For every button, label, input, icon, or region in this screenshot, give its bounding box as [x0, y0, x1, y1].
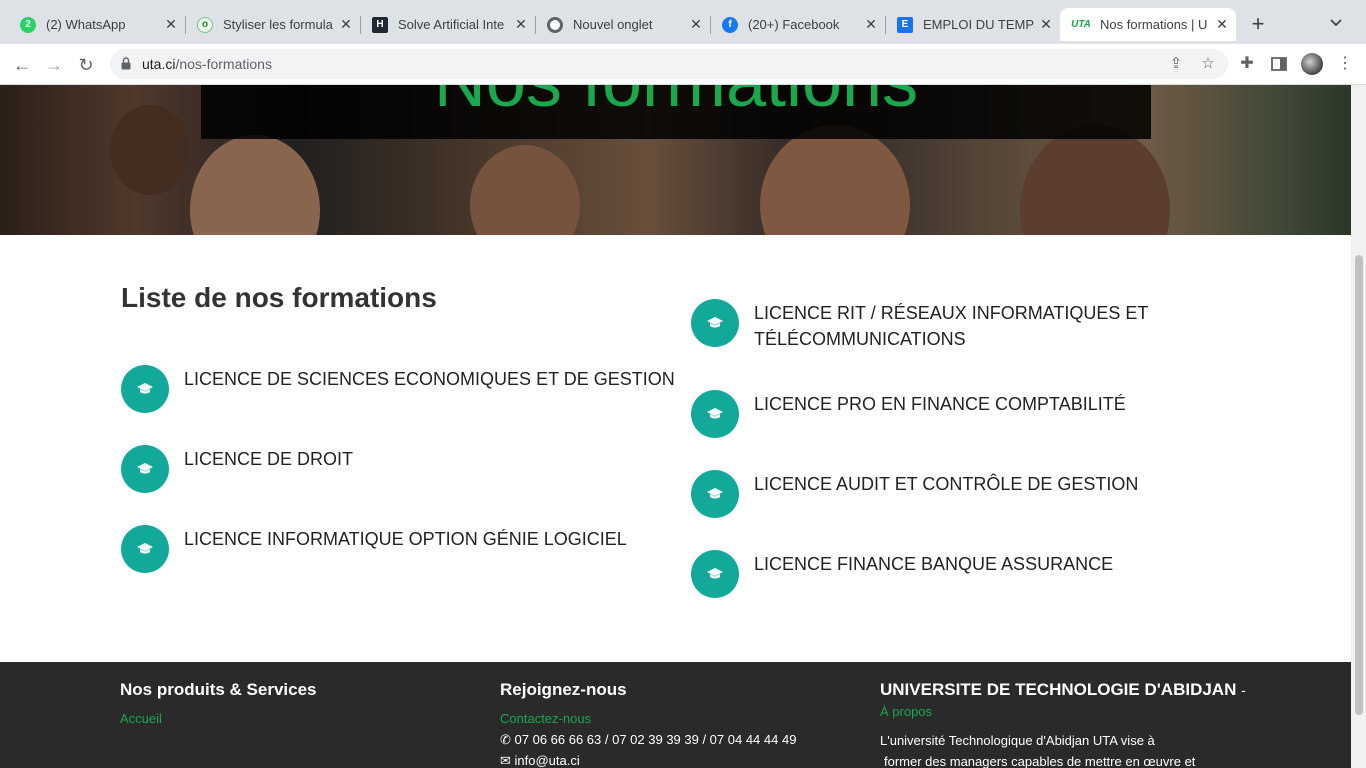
hero-title: Nos formations — [201, 85, 1151, 123]
uta-icon: UTA — [1071, 19, 1091, 30]
tab-whatsapp[interactable]: 2 (2) WhatsApp ✕ — [8, 8, 186, 41]
browser-toolbar: ← → ↻ uta.ci/nos-formations ⇪ ☆ ✚ ⋮ — [0, 44, 1366, 85]
course-item[interactable]: LICENCE AUDIT ET CONTRÔLE DE GESTION — [691, 470, 1138, 518]
site-footer: Nos produits & Services Accueil Rejoigne… — [0, 662, 1351, 768]
footer-email-address[interactable]: info@uta.ci — [515, 753, 580, 768]
course-label[interactable]: LICENCE PRO EN FINANCE COMPTABILITÉ — [754, 391, 1126, 417]
close-tab-icon[interactable]: ✕ — [1038, 16, 1054, 32]
url-path: /nos-formations — [175, 56, 272, 72]
tab-title: (20+) Facebook — [748, 17, 840, 32]
course-label[interactable]: LICENCE INFORMATIQUE OPTION GÉNIE LOGICI… — [184, 526, 627, 552]
page-viewport: Nos formations Liste de nos formations L… — [0, 85, 1351, 768]
tab-facebook[interactable]: f (20+) Facebook ✕ — [710, 8, 886, 41]
course-item[interactable]: LICENCE FINANCE BANQUE ASSURANCE — [691, 550, 1113, 598]
footer-link-a-propos[interactable]: À propos — [880, 704, 932, 719]
page-scrollbar[interactable] — [1351, 85, 1366, 768]
footer-phone-numbers: 07 06 66 66 63 / 07 02 39 39 39 / 07 04 … — [514, 732, 797, 747]
close-tab-icon[interactable]: ✕ — [163, 16, 179, 32]
phone-icon: ✆ — [500, 732, 515, 747]
share-icon[interactable]: ⇪ — [1168, 56, 1184, 72]
browser-tab-strip: 2 (2) WhatsApp ✕ o Styliser les formula … — [0, 0, 1366, 44]
whatsapp-icon: 2 — [20, 16, 36, 33]
graduation-cap-icon — [121, 365, 169, 413]
tab-hackerrank[interactable]: H Solve Artificial Inte ✕ — [360, 8, 536, 41]
tab-title: EMPLOI DU TEMPS — [923, 17, 1035, 32]
envelope-icon: ✉ — [500, 753, 515, 768]
tab-title: Solve Artificial Inte — [398, 17, 505, 32]
url-domain: uta.ci — [142, 56, 176, 72]
reload-icon[interactable]: ↻ — [74, 53, 98, 77]
course-item[interactable]: LICENCE RIT / RÉSEAUX INFORMATIQUES ET T… — [691, 299, 1154, 352]
hero-title-box: Nos formations — [201, 85, 1151, 139]
new-tab-icon[interactable]: + — [1248, 13, 1268, 35]
openclassrooms-icon: o — [197, 16, 213, 33]
url-text: uta.ci/nos-formations — [142, 56, 272, 72]
hackerrank-icon: H — [372, 16, 388, 33]
graduation-cap-icon — [691, 470, 739, 518]
graduation-cap-icon — [121, 445, 169, 493]
close-tab-icon[interactable]: ✕ — [338, 16, 354, 32]
back-arrow-icon[interactable]: ← — [10, 53, 34, 77]
lock-icon[interactable] — [121, 57, 131, 70]
graduation-cap-icon — [691, 550, 739, 598]
course-label[interactable]: LICENCE FINANCE BANQUE ASSURANCE — [754, 551, 1113, 577]
extensions-puzzle-icon[interactable]: ✚ — [1237, 54, 1257, 74]
footer-email[interactable]: ✉ info@uta.ci — [500, 753, 580, 768]
tab-nos-formations[interactable]: UTA Nos formations | U ✕ — [1060, 8, 1236, 41]
tab-title: Nos formations | U — [1100, 17, 1208, 32]
tab-title: Nouvel onglet — [573, 17, 653, 32]
footer-university-title: UNIVERSITE DE TECHNOLOGIE D'ABIDJAN - — [880, 680, 1246, 700]
facebook-icon: f — [722, 16, 738, 33]
close-tab-icon[interactable]: ✕ — [1214, 16, 1230, 32]
course-item[interactable]: LICENCE INFORMATIQUE OPTION GÉNIE LOGICI… — [121, 525, 627, 573]
footer-about-line: L'université Technologique d'Abidjan UTA… — [880, 733, 1155, 748]
tab-title: Styliser les formula — [223, 17, 333, 32]
close-tab-icon[interactable]: ✕ — [863, 16, 879, 32]
close-tab-icon[interactable]: ✕ — [688, 16, 704, 32]
course-item[interactable]: LICENCE PRO EN FINANCE COMPTABILITÉ — [691, 390, 1126, 438]
profile-avatar[interactable] — [1301, 53, 1323, 75]
chrome-icon — [547, 16, 563, 33]
course-item[interactable]: LICENCE DE DROIT — [121, 445, 353, 493]
graduation-cap-icon — [691, 390, 739, 438]
footer-link-contact[interactable]: Contactez-nous — [500, 711, 591, 726]
address-bar[interactable]: uta.ci/nos-formations ⇪ ☆ — [110, 49, 1228, 79]
graduation-cap-icon — [121, 525, 169, 573]
tab-emploi-du-temps[interactable]: E EMPLOI DU TEMPS ✕ — [885, 8, 1060, 41]
graduation-cap-icon — [691, 299, 739, 347]
bookmark-star-icon[interactable]: ☆ — [1200, 56, 1216, 72]
docs-icon: E — [897, 16, 913, 33]
course-label[interactable]: LICENCE DE SCIENCES ECONOMIQUES ET DE GE… — [184, 366, 675, 392]
course-label[interactable]: LICENCE DE DROIT — [184, 446, 353, 472]
tab-nouvel-onglet[interactable]: Nouvel onglet ✕ — [535, 8, 711, 41]
kebab-menu-icon[interactable]: ⋮ — [1335, 54, 1355, 74]
footer-phone: ✆ 07 06 66 66 63 / 07 02 39 39 39 / 07 0… — [500, 732, 796, 748]
tab-styliser[interactable]: o Styliser les formula ✕ — [185, 8, 361, 41]
side-panel-icon[interactable] — [1269, 54, 1289, 74]
footer-title-dash: - — [1241, 682, 1246, 698]
course-label[interactable]: LICENCE AUDIT ET CONTRÔLE DE GESTION — [754, 471, 1138, 497]
scrollbar-thumb[interactable] — [1355, 255, 1363, 715]
footer-link-accueil[interactable]: Accueil — [120, 711, 162, 726]
tab-title: (2) WhatsApp — [46, 17, 126, 32]
course-label[interactable]: LICENCE RIT / RÉSEAUX INFORMATIQUES ET T… — [754, 300, 1154, 352]
formations-list-title: Liste de nos formations — [121, 282, 437, 313]
footer-join-title: Rejoignez-nous — [500, 680, 627, 699]
close-tab-icon[interactable]: ✕ — [513, 16, 529, 32]
footer-about-line: former des managers capables de mettre e… — [884, 754, 1196, 768]
hero-banner: Nos formations — [0, 85, 1351, 235]
forward-arrow-icon[interactable]: → — [42, 53, 66, 77]
course-item[interactable]: LICENCE DE SCIENCES ECONOMIQUES ET DE GE… — [121, 365, 675, 413]
footer-products-title: Nos produits & Services — [120, 680, 317, 699]
tab-search-chevron-icon[interactable] — [1328, 14, 1344, 30]
footer-university-name: UNIVERSITE DE TECHNOLOGIE D'ABIDJAN — [880, 680, 1237, 699]
